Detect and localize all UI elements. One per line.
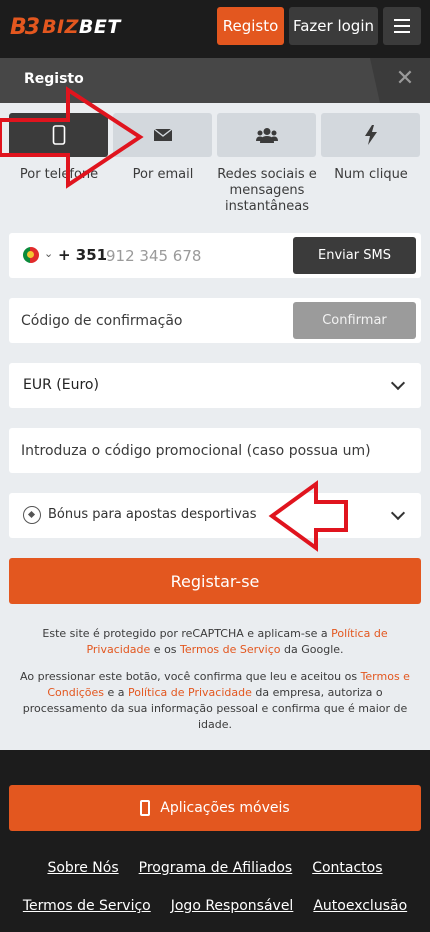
tab-label-email: Por email xyxy=(132,167,194,182)
phone-input[interactable] xyxy=(106,245,286,267)
tab-label-social: Redes sociais e mensagens instantâneas xyxy=(217,167,317,214)
bonus-select[interactable]: Bónus para apostas desportivas xyxy=(9,493,421,538)
smartphone-icon xyxy=(140,800,151,816)
registration-modal-header: Registo ✕ xyxy=(0,58,430,103)
footer-link-self-exclusion[interactable]: Autoexclusão xyxy=(313,898,407,914)
confirmation-code-input[interactable] xyxy=(21,310,281,332)
envelope-icon xyxy=(153,128,172,141)
bolt-icon xyxy=(364,125,377,145)
phone-icon xyxy=(52,125,65,145)
country-code: + 351 xyxy=(58,246,108,264)
footer-link-affiliates[interactable]: Programa de Afiliados xyxy=(139,860,293,876)
confirmation-code-field: Confirmar xyxy=(9,298,421,343)
footer-link-responsible-gaming[interactable]: Jogo Responsável xyxy=(171,898,294,914)
portugal-flag-icon[interactable] xyxy=(23,247,39,263)
close-icon[interactable]: ✕ xyxy=(394,68,416,90)
promo-code-field xyxy=(9,428,421,473)
mobile-apps-button[interactable]: Aplicações móveis xyxy=(9,785,421,831)
terms-of-service-link[interactable]: Termos de Serviço xyxy=(180,643,280,656)
footer-links-row-1: Sobre Nós Programa de Afiliados Contacto… xyxy=(0,860,430,876)
footer-link-contacts[interactable]: Contactos xyxy=(312,860,382,876)
recaptcha-notice: Este site é protegido por reCAPTCHA e ap… xyxy=(42,627,388,656)
phone-field: ⌄ + 351 Enviar SMS xyxy=(9,233,421,278)
menu-button[interactable] xyxy=(383,7,421,45)
bonus-label: Bónus para apostas desportivas xyxy=(48,507,257,522)
currency-select[interactable]: EUR (Euro) xyxy=(9,363,421,408)
tab-phone[interactable] xyxy=(9,113,108,157)
tab-email[interactable] xyxy=(113,113,212,157)
send-sms-button[interactable]: Enviar SMS xyxy=(293,237,416,274)
promo-code-input[interactable] xyxy=(21,440,411,462)
register-submit-button[interactable]: Registar-se xyxy=(9,558,421,604)
consent-notice: Ao pressionar este botão, você confirma … xyxy=(20,670,410,731)
top-header: B3 BIZBET Registo Fazer login xyxy=(0,0,430,56)
users-icon xyxy=(255,128,278,143)
confirm-button[interactable]: Confirmar xyxy=(293,302,416,339)
footer-link-terms[interactable]: Termos de Serviço xyxy=(23,898,151,914)
chevron-down-icon xyxy=(390,505,406,521)
tab-social[interactable] xyxy=(217,113,316,157)
mobile-apps-label: Aplicações móveis xyxy=(160,800,290,816)
tab-label-phone: Por telefone xyxy=(19,167,99,182)
tab-label-one-click: Num clique xyxy=(334,167,408,182)
soccer-ball-icon xyxy=(23,506,41,524)
register-button-top[interactable]: Registo xyxy=(217,7,284,45)
login-button[interactable]: Fazer login xyxy=(289,7,378,45)
logo-wordmark: BIZBET xyxy=(42,16,121,38)
bizbet-logo[interactable]: B3 BIZBET xyxy=(10,14,121,40)
chevron-down-icon xyxy=(390,375,406,391)
chevron-down-icon[interactable]: ⌄ xyxy=(44,247,53,260)
registration-form: Por telefone Por email Redes sociais e m… xyxy=(0,103,430,750)
currency-value: EUR (Euro) xyxy=(23,377,99,393)
privacy-policy-link-2[interactable]: Política de Privacidade xyxy=(128,686,252,699)
modal-title: Registo xyxy=(24,71,84,87)
footer-links-row-2: Termos de Serviço Jogo Responsável Autoe… xyxy=(0,898,430,914)
footer-link-about[interactable]: Sobre Nós xyxy=(47,860,118,876)
hamburger-icon xyxy=(394,19,410,21)
logo-mark: B3 xyxy=(10,14,40,40)
tab-one-click[interactable] xyxy=(321,113,420,157)
